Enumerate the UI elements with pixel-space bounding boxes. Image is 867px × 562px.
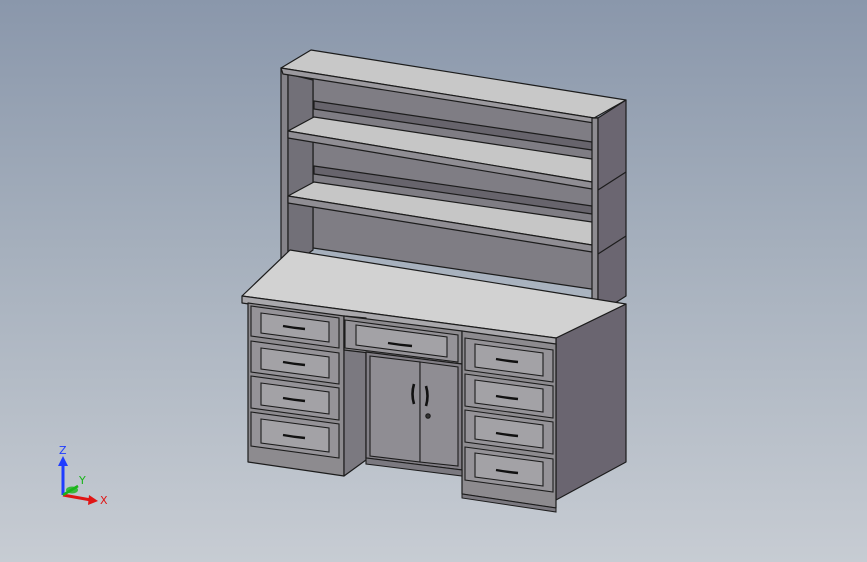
left-drawers[interactable] — [250, 305, 340, 459]
y-axis-arrow — [62, 484, 79, 497]
door-lock-icon — [425, 413, 431, 419]
cabinet-door-right[interactable] — [419, 361, 459, 467]
desk-hutch-model[interactable] — [0, 0, 867, 562]
cabinet-door-left[interactable] — [369, 355, 421, 463]
hutch-left-side-inner — [287, 73, 314, 269]
x-axis-label: X — [100, 494, 108, 507]
x-axis-arrow — [62, 493, 98, 505]
hutch-right-side — [597, 99, 627, 315]
cad-viewport[interactable]: Z Y X — [0, 0, 867, 562]
hutch-left-side — [280, 67, 289, 269]
hutch-right-side-front — [591, 117, 599, 317]
axis-triad[interactable]: Z Y X — [46, 440, 116, 510]
y-axis-label: Y — [78, 474, 86, 487]
door-handle-icon — [424, 385, 429, 407]
door-handle-icon — [411, 383, 416, 405]
z-axis-label: Z — [59, 444, 67, 457]
